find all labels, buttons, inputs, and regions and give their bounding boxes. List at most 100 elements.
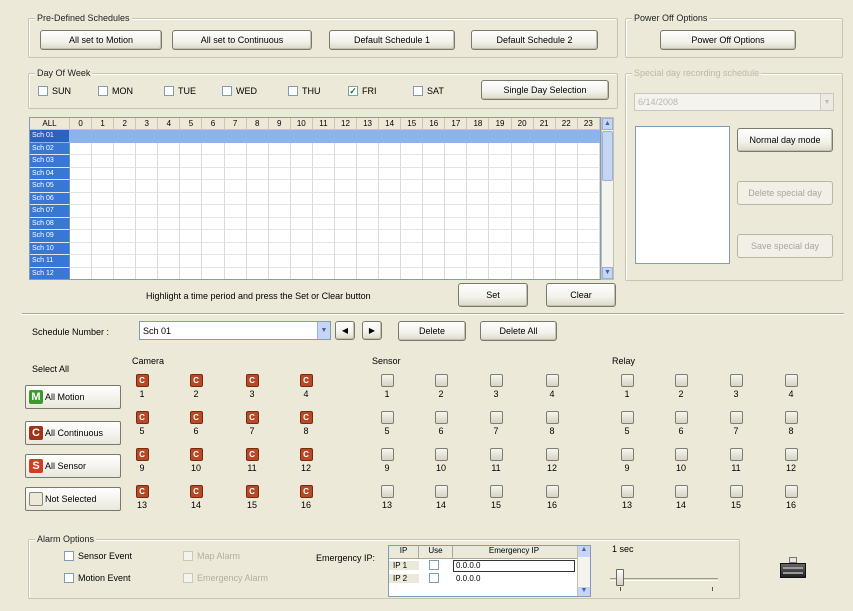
grid-cell[interactable] [114,130,137,143]
camera-item[interactable]: C 13 [132,485,152,510]
camera-item[interactable]: C8 [296,411,316,436]
grid-cell[interactable] [290,155,313,168]
relay-item[interactable]: 3 [726,374,746,399]
grid-cell[interactable] [577,130,600,143]
grid-cell[interactable] [225,267,247,279]
grid-cell[interactable] [489,267,512,279]
relay-item[interactable]: 8 [781,411,801,436]
grid-cell[interactable] [423,242,446,255]
camera-channel-icon[interactable]: C [245,411,259,424]
camera-item[interactable]: C9 [132,448,152,473]
grid-cell[interactable] [246,180,269,193]
hour-header[interactable]: 18 [467,118,490,130]
grid-cell[interactable] [334,142,358,155]
relay-item[interactable]: 12 [781,448,801,473]
grid-cell[interactable] [180,205,203,218]
grid-cell[interactable] [202,267,225,279]
relay-channel-icon[interactable] [674,448,688,461]
day-checkbox-mon[interactable]: MON [98,86,133,96]
grid-cell[interactable] [312,205,335,218]
grid-cell[interactable] [70,167,93,180]
relay-channel-icon[interactable] [729,448,743,461]
grid-cell[interactable] [401,230,424,243]
grid-cell[interactable] [467,155,490,168]
grid-cell[interactable] [268,255,291,268]
camera-item[interactable]: C 14 [186,485,206,510]
camera-item[interactable]: C4 [296,374,316,399]
hour-header[interactable]: 2 [114,118,137,130]
grid-cell[interactable] [268,180,291,193]
grid-cell[interactable] [180,255,203,268]
grid-cell[interactable] [401,180,424,193]
grid-row-label[interactable]: Sch 04 [30,167,70,180]
grid-cell[interactable] [92,180,115,193]
grid-cell[interactable] [334,255,358,268]
camera-channel-icon[interactable]: C [135,411,149,424]
grid-cell[interactable] [555,167,578,180]
grid-cell[interactable] [357,217,380,230]
grid-cell[interactable] [312,130,335,143]
grid-row[interactable]: Sch 12 [30,267,600,279]
grid-cell[interactable] [357,167,380,180]
sensor-item[interactable]: 11 [486,448,506,473]
grid-cell[interactable] [114,242,137,255]
grid-cell[interactable] [511,130,534,143]
camera-item[interactable]: C 10 [186,448,206,473]
grid-cell[interactable] [290,205,313,218]
grid-cell[interactable] [114,167,137,180]
single-day-selection-button[interactable]: Single Day Selection [481,80,609,100]
camera-channel-icon[interactable]: C [299,448,313,461]
grid-cell[interactable] [423,217,446,230]
grid-cell[interactable] [92,267,115,279]
grid-cell[interactable] [312,230,335,243]
grid-cell[interactable] [290,192,313,205]
grid-cell[interactable] [268,155,291,168]
camera-item[interactable]: C 11 [242,448,262,473]
grid-row-label[interactable]: Sch 12 [30,267,70,279]
day-checkbox-fri[interactable]: ✓ FRI [348,86,377,96]
hour-header[interactable]: 22 [555,118,578,130]
grid-cell[interactable] [445,167,468,180]
sensor-item[interactable]: 8 [542,411,562,436]
grid-cell[interactable] [246,255,269,268]
grid-cell[interactable] [290,180,313,193]
hour-header[interactable]: 19 [489,118,512,130]
sensor-item[interactable]: 6 [431,411,451,436]
grid-cell[interactable] [489,192,512,205]
sensor-item[interactable]: 16 [542,485,562,510]
grid-cell[interactable] [489,242,512,255]
camera-channel-icon[interactable]: C [245,374,259,387]
grid-cell[interactable] [357,230,380,243]
grid-cell[interactable] [489,130,512,143]
grid-cell[interactable] [92,167,115,180]
sensor-item[interactable]: 13 [377,485,397,510]
grid-cell[interactable] [202,230,225,243]
grid-cell[interactable] [158,155,181,168]
grid-cell[interactable] [180,242,203,255]
grid-cell[interactable] [246,130,269,143]
grid-cell[interactable] [533,142,556,155]
grid-cell[interactable] [555,155,578,168]
grid-cell[interactable] [290,130,313,143]
grid-cell[interactable] [511,217,534,230]
relay-channel-icon[interactable] [729,411,743,424]
grid-cell[interactable] [511,192,534,205]
grid-cell[interactable] [357,155,380,168]
grid-cell[interactable] [312,242,335,255]
grid-cell[interactable] [312,167,335,180]
grid-cell[interactable] [577,180,600,193]
grid-cell[interactable] [401,155,424,168]
sensor-channel-icon[interactable] [489,411,503,424]
grid-cell[interactable] [401,217,424,230]
grid-cell[interactable] [379,242,402,255]
grid-cell[interactable] [445,142,468,155]
grid-cell[interactable] [92,230,115,243]
grid-cell[interactable] [467,142,490,155]
sensor-item[interactable]: 14 [431,485,451,510]
grid-cell[interactable] [467,180,490,193]
grid-cell[interactable] [555,230,578,243]
relay-item[interactable]: 7 [726,411,746,436]
relay-item[interactable]: 14 [671,485,691,510]
grid-cell[interactable] [202,192,225,205]
all-continuous-button[interactable]: C All Continuous [25,421,121,445]
